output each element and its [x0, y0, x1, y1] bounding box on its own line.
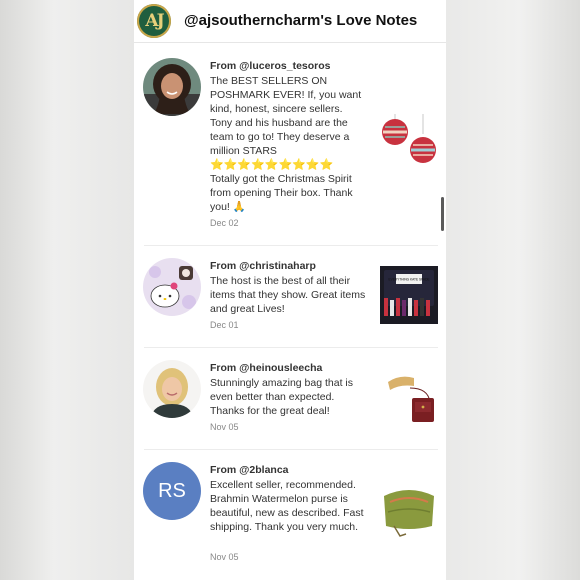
listing-thumbnail-purse[interactable] — [380, 482, 438, 540]
listing-thumbnail-bag[interactable] — [380, 368, 438, 426]
love-note-3: From @heinousleecha Stunningly amazing b… — [134, 350, 446, 450]
shop-logo[interactable]: AJ — [137, 4, 171, 38]
stars-emoji: ⭐⭐⭐⭐⭐⭐⭐⭐⭐ — [210, 159, 334, 171]
note-text: The host is the best of all their items … — [210, 275, 366, 315]
page-header: AJ @ajsoutherncharm's Love Notes — [134, 0, 446, 43]
avatar-initials[interactable]: RS — [143, 462, 201, 520]
note-author[interactable]: From @christinaharp — [210, 260, 316, 272]
note-text-part-1: The BEST SELLERS ON POSHMARK EVER! If, y… — [210, 75, 362, 157]
page-title: @ajsoutherncharm's Love Notes — [184, 12, 418, 29]
love-note-1: From @luceros_tesoros The BEST SELLERS O… — [134, 48, 446, 243]
avatar[interactable] — [143, 58, 201, 116]
listing-thumbnail-ornaments[interactable] — [380, 114, 438, 172]
note-date: Dec 02 — [210, 218, 239, 228]
love-note-4: RS From @2blanca Excellent seller, recom… — [134, 452, 446, 580]
note-author[interactable]: From @luceros_tesoros — [210, 60, 331, 72]
love-notes-screen: AJ @ajsoutherncharm's Love Notes From @l… — [134, 0, 446, 580]
listing-thumbnail-stage[interactable]: EVERYTHING KATE SPADE — [380, 266, 438, 324]
stage-sign-text: EVERYTHING KATE SPADE — [388, 278, 429, 282]
note-date: Nov 05 — [210, 552, 239, 562]
avatar[interactable] — [143, 360, 201, 418]
avatar[interactable] — [143, 258, 201, 316]
love-note-2: From @christinaharp The host is the best… — [134, 248, 446, 348]
note-text-part-2: Totally got the Christmas Spirit from op… — [210, 173, 353, 213]
divider — [144, 347, 438, 348]
note-date: Nov 05 — [210, 422, 239, 432]
blurred-background-left — [0, 0, 134, 580]
note-author[interactable]: From @heinousleecha — [210, 362, 322, 374]
avatar-initials-text: RS — [158, 480, 186, 502]
blurred-background-right — [446, 0, 580, 580]
note-text: The BEST SELLERS ON POSHMARK EVER! If, y… — [210, 74, 366, 214]
note-text: Excellent seller, recommended. Brahmin W… — [210, 479, 364, 533]
note-author[interactable]: From @2blanca — [210, 464, 289, 476]
divider — [144, 245, 438, 246]
divider — [144, 449, 438, 450]
note-text: Stunningly amazing bag that is even bett… — [210, 377, 354, 417]
note-date: Dec 01 — [210, 320, 239, 330]
